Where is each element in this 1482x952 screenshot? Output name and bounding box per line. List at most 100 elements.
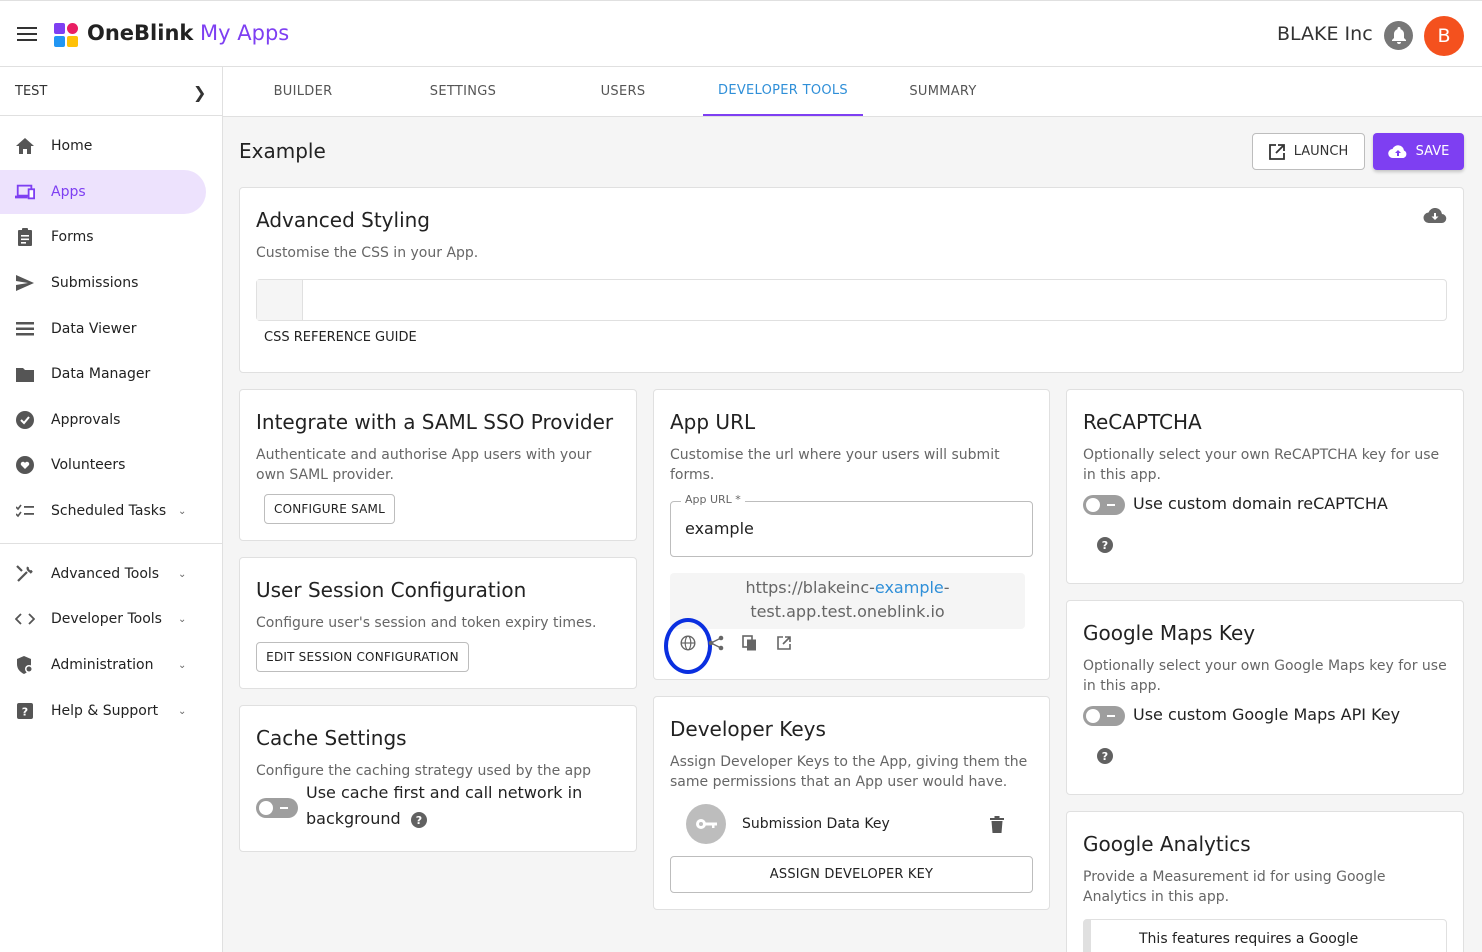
chevron-down-icon: ⌄ [178,568,187,580]
tab-users[interactable]: USERS [543,67,703,116]
card-description: Configure the caching strategy used by t… [256,763,592,779]
sidebar-item-forms[interactable]: Forms [0,215,206,259]
tab-developer-tools[interactable]: DEVELOPER TOOLS [703,67,863,116]
sidebar-item-label: Scheduled Tasks [51,503,167,519]
card-title: Developer Keys [670,717,826,741]
launch-button[interactable]: LAUNCH [1252,133,1365,170]
sidebar-item-data-manager[interactable]: Data Manager [0,352,206,396]
help-icon[interactable]: ? [1097,748,1113,764]
share-icon[interactable] [708,635,724,651]
sidebar-item-advanced-tools[interactable]: Advanced Tools ⌄ [0,552,206,596]
open-in-new-icon[interactable] [776,635,792,651]
cache-settings-card: Cache Settings Configure the caching str… [239,705,637,852]
full-url-display: https://blakeinc-example- test.app.test.… [670,573,1025,629]
chevron-right-icon: ❯ [193,83,207,102]
chevron-down-icon: ⌄ [178,705,187,717]
google-analytics-card: Google Analytics Provide a Measurement i… [1066,811,1464,952]
devices-icon [15,182,35,202]
toggle-label: background [306,809,401,828]
css-reference-guide-link[interactable]: CSS REFERENCE GUIDE [264,330,417,345]
tab-builder[interactable]: BUILDER [223,67,383,116]
clipboard-icon [15,227,35,247]
brand-title[interactable]: OneBlink My Apps [87,21,289,45]
cache-first-toggle[interactable] [256,798,298,818]
project-selector[interactable]: TEST ❯ [0,67,222,116]
organisation-name[interactable]: BLAKE Inc [1277,23,1373,45]
sidebar-item-label: Administration [51,657,154,673]
notice-text: This features requires a Google [1139,931,1359,947]
sidebar-item-volunteers[interactable]: Volunteers [0,443,206,487]
cloud-upload-icon [1387,144,1407,158]
help-icon[interactable]: ? [1097,537,1113,553]
list-icon [15,319,35,339]
sidebar-item-label: Data Manager [51,366,151,382]
sidebar-item-apps[interactable]: Apps [0,170,206,214]
sidebar-item-label: Developer Tools [51,611,162,627]
sidebar-item-submissions[interactable]: Submissions [0,261,206,305]
card-title: Advanced Styling [256,208,431,232]
project-name: TEST [15,83,48,99]
google-maps-card: Google Maps Key Optionally select your o… [1066,600,1464,795]
sidebar-item-label: Forms [51,229,94,245]
sidebar-item-label: Help & Support [51,703,159,719]
sidebar-item-administration[interactable]: Administration ⌄ [0,643,206,687]
sidebar-item-home[interactable]: Home [0,124,206,168]
heart-hand-icon [15,455,35,475]
card-description: Customise the url where your users will … [670,447,1000,483]
url-suffix: - [943,578,950,597]
delete-icon[interactable] [990,816,1004,833]
css-code-editor[interactable] [256,279,1447,321]
toggle-label: Use custom Google Maps API Key [1133,705,1401,724]
folder-icon [15,364,35,384]
sidebar-item-label: Advanced Tools [51,566,160,582]
tab-settings[interactable]: SETTINGS [383,67,543,116]
advanced-styling-card: Advanced Styling Customise the CSS in yo… [239,187,1464,373]
analytics-notice: This features requires a Google [1083,919,1447,952]
card-description: Authenticate and authorise App users wit… [256,447,592,483]
copy-icon[interactable] [742,635,758,652]
menu-icon[interactable] [17,27,37,41]
recaptcha-card: ReCAPTCHA Optionally select your own ReC… [1066,389,1464,584]
toggle-label: Use custom domain reCAPTCHA [1133,494,1388,513]
tools-icon [15,564,35,584]
globe-icon[interactable] [680,635,696,651]
sidebar-item-approvals[interactable]: Approvals [0,398,206,442]
app-tabs: BUILDER SETTINGS USERS DEVELOPER TOOLS S… [223,67,1482,117]
sidebar-item-help-support[interactable]: ? Help & Support ⌄ [0,689,206,733]
sidebar-item-scheduled-tasks[interactable]: Scheduled Tasks ⌄ [0,489,206,533]
sidebar-item-developer-tools[interactable]: Developer Tools ⌄ [0,597,206,641]
assign-developer-key-button[interactable]: ASSIGN DEVELOPER KEY [670,856,1033,893]
custom-recaptcha-toggle[interactable] [1083,495,1125,515]
edit-session-config-button[interactable]: EDIT SESSION CONFIGURATION [256,642,469,672]
notifications-bell-icon[interactable] [1384,21,1413,50]
url-prefix: https://blakeinc- [745,578,875,597]
tab-summary[interactable]: SUMMARY [863,67,1023,116]
check-circle-icon [15,410,35,430]
code-icon [15,609,35,629]
user-avatar[interactable]: B [1424,16,1464,56]
brand-name: OneBlink [87,21,194,45]
saml-card: Integrate with a SAML SSO Provider Authe… [239,389,637,541]
help-icon[interactable]: ? [411,812,427,828]
editor-gutter [257,280,303,320]
developer-key-name: Submission Data Key [742,816,890,832]
sidebar-item-data-viewer[interactable]: Data Viewer [0,307,206,351]
configure-saml-button[interactable]: CONFIGURE SAML [264,494,395,524]
brand-subtitle: My Apps [193,21,290,45]
card-title: Integrate with a SAML SSO Provider [256,410,614,434]
chevron-down-icon: ⌄ [178,659,187,671]
session-config-card: User Session Configuration Configure use… [239,557,637,689]
cloud-download-icon[interactable] [1423,208,1447,224]
url-domain: test.app.test.oneblink.io [750,602,945,621]
send-icon [15,273,35,293]
toggle-label: Use cache first and call network in [306,783,583,802]
sidebar-divider [0,543,222,544]
card-description: Provide a Measurement id for using Googl… [1083,869,1386,905]
sidebar-item-label: Volunteers [51,457,126,473]
developer-keys-card: Developer Keys Assign Developer Keys to … [653,696,1050,910]
url-actions [670,635,792,657]
app-url-input[interactable]: example [685,519,754,538]
save-button[interactable]: SAVE [1373,133,1464,170]
custom-maps-key-toggle[interactable] [1083,706,1125,726]
app-url-field[interactable]: App URL * example [670,493,1033,557]
